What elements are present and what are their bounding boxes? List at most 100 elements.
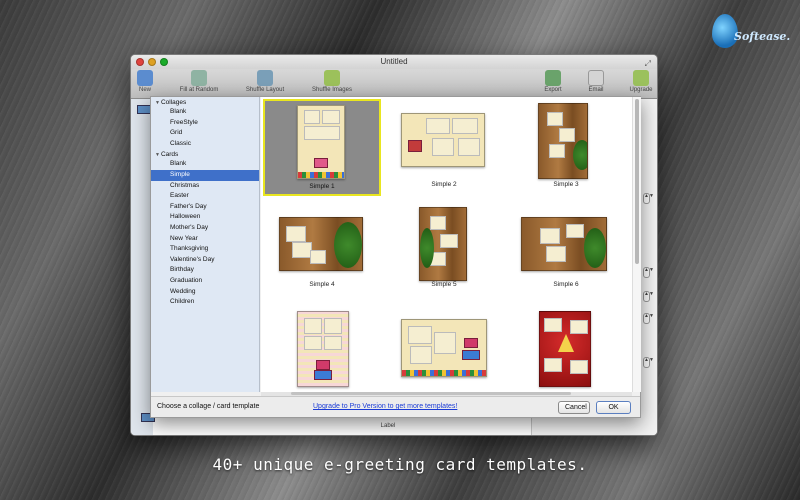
sidebar-item-thanksgiving[interactable]: Thanksgiving: [151, 244, 259, 255]
sidebar-item-freestyle[interactable]: FreeStyle: [151, 118, 259, 129]
template-tile-simple-4[interactable]: Simple 4: [263, 205, 381, 297]
sidebar-item-graduation[interactable]: Graduation: [151, 276, 259, 287]
sidebar-item-valentines-day[interactable]: Valentine's Day: [151, 255, 259, 266]
ivy-decoration: [584, 228, 606, 268]
brand-name: Softease.: [734, 30, 791, 43]
template-tile-simple-1[interactable]: Simple 1: [263, 99, 381, 196]
photo-slot: [304, 126, 340, 140]
template-tile-simple-2[interactable]: Simple 2: [385, 99, 503, 196]
stepper-control[interactable]: ▲▼: [643, 313, 654, 324]
sidebar-item-halloween[interactable]: Halloween: [151, 212, 259, 223]
upgrade-icon: [633, 70, 649, 86]
gift-decoration: [316, 360, 330, 370]
photo-slot: [547, 112, 563, 126]
ok-button[interactable]: OK: [596, 401, 631, 414]
template-thumbnail: [297, 105, 345, 179]
photo-slot: [292, 242, 312, 258]
template-tile-simple-6[interactable]: Simple 6: [507, 205, 625, 297]
shuffle-images-label: Shuffle Images: [312, 87, 352, 93]
disclosure-triangle-icon[interactable]: ▼: [155, 152, 160, 158]
sidebar-item-simple[interactable]: Simple: [151, 169, 259, 181]
template-category-list: ▼Collages Blank FreeStyle Grid Classic ▼…: [151, 97, 260, 392]
photo-slot: [324, 318, 342, 334]
title-bar[interactable]: Untitled ⤢: [131, 55, 657, 69]
gift-decoration: [462, 350, 480, 360]
template-tile-simple-3[interactable]: Simple 3: [507, 99, 625, 196]
template-tile-row3-1[interactable]: [263, 307, 381, 392]
bottom-label: Label: [245, 417, 531, 433]
photo-slot: [544, 358, 562, 372]
vertical-scrollbar[interactable]: [632, 97, 641, 392]
stepper-control[interactable]: ▲▼: [643, 291, 654, 302]
sidebar-item-collage-blank[interactable]: Blank: [151, 107, 259, 118]
sidebar-item-easter[interactable]: Easter: [151, 191, 259, 202]
stepper-control[interactable]: ▲▼: [643, 193, 654, 204]
template-chooser-sheet: ▼Collages Blank FreeStyle Grid Classic ▼…: [150, 96, 641, 418]
photo-slot: [440, 234, 458, 248]
thumbnail-icon[interactable]: [137, 105, 151, 114]
scroll-thumb[interactable]: [635, 99, 639, 264]
sidebar-item-children[interactable]: Children: [151, 297, 259, 308]
email-label: Email: [588, 87, 604, 93]
template-thumbnail: [279, 217, 363, 271]
gift-decoration: [314, 370, 332, 380]
fill-random-button[interactable]: Fill at Random: [169, 70, 229, 93]
shuffle-layout-button[interactable]: Shuffle Layout: [235, 70, 295, 93]
gift-decoration: [464, 338, 478, 348]
photo-slot: [458, 138, 480, 156]
sidebar-item-classic[interactable]: Classic: [151, 139, 259, 150]
sidebar-item-christmas[interactable]: Christmas: [151, 181, 259, 192]
photo-slot: [286, 226, 306, 242]
template-tile-row3-2[interactable]: [385, 307, 503, 392]
sheet-footer: Choose a collage / card template Upgrade…: [151, 396, 640, 417]
photo-slot: [408, 326, 432, 344]
template-thumbnail: [401, 113, 485, 167]
sidebar-item-birthday[interactable]: Birthday: [151, 265, 259, 276]
template-thumbnail: [539, 311, 591, 387]
sidebar-item-mothers-day[interactable]: Mother's Day: [151, 223, 259, 234]
photo-slot: [452, 118, 478, 134]
scroll-thumb[interactable]: [291, 392, 571, 395]
promo-caption: 40+ unique e-greeting card templates.: [212, 455, 588, 474]
group-label: Cards: [160, 151, 179, 159]
group-collages[interactable]: ▼Collages: [151, 97, 259, 107]
upgrade-pro-link[interactable]: Upgrade to Pro Version to get more templ…: [313, 403, 457, 410]
shuffle-layout-label: Shuffle Layout: [245, 87, 285, 93]
template-caption: Simple 3: [553, 181, 579, 188]
upgrade-button[interactable]: Upgrade: [611, 70, 657, 93]
cancel-button[interactable]: Cancel: [558, 401, 590, 414]
disclosure-triangle-icon[interactable]: ▼: [155, 100, 160, 106]
photo-slot: [549, 144, 565, 158]
sidebar-item-fathers-day[interactable]: Father's Day: [151, 202, 259, 213]
close-window-button[interactable]: [136, 58, 144, 66]
shuffle-images-icon: [324, 70, 340, 86]
photo-slot: [434, 332, 456, 354]
sidebar-item-wedding[interactable]: Wedding: [151, 287, 259, 298]
owl-decoration: [314, 158, 328, 168]
shuffle-images-button[interactable]: Shuffle Images: [302, 70, 362, 93]
softease-logo: Softease.: [700, 8, 796, 52]
stepper-control[interactable]: ▲▼: [643, 267, 654, 278]
envelope-icon: [588, 70, 604, 86]
template-caption: Simple 1: [309, 183, 335, 190]
photo-slot: [559, 128, 575, 142]
fill-random-icon: [191, 70, 207, 86]
photo-slot: [570, 360, 588, 374]
zoom-window-button[interactable]: [160, 58, 168, 66]
stripe-decoration: [298, 172, 344, 178]
stepper-control[interactable]: ▲▼: [643, 357, 654, 368]
sidebar-item-new-year[interactable]: New Year: [151, 234, 259, 245]
tree-decoration: [558, 334, 574, 352]
window-controls: [136, 58, 168, 66]
sidebar-item-card-blank[interactable]: Blank: [151, 159, 259, 170]
ivy-decoration: [420, 228, 434, 268]
minimize-window-button[interactable]: [148, 58, 156, 66]
sidebar-item-grid[interactable]: Grid: [151, 128, 259, 139]
choose-template-label: Choose a collage / card template: [157, 403, 260, 410]
template-tile-simple-5[interactable]: Simple 5: [385, 205, 503, 297]
photo-slot: [546, 246, 566, 262]
template-tile-row3-3[interactable]: [507, 307, 625, 392]
template-caption: Simple 5: [431, 281, 457, 288]
photo-slot: [426, 118, 450, 134]
group-cards[interactable]: ▼Cards: [151, 149, 259, 159]
